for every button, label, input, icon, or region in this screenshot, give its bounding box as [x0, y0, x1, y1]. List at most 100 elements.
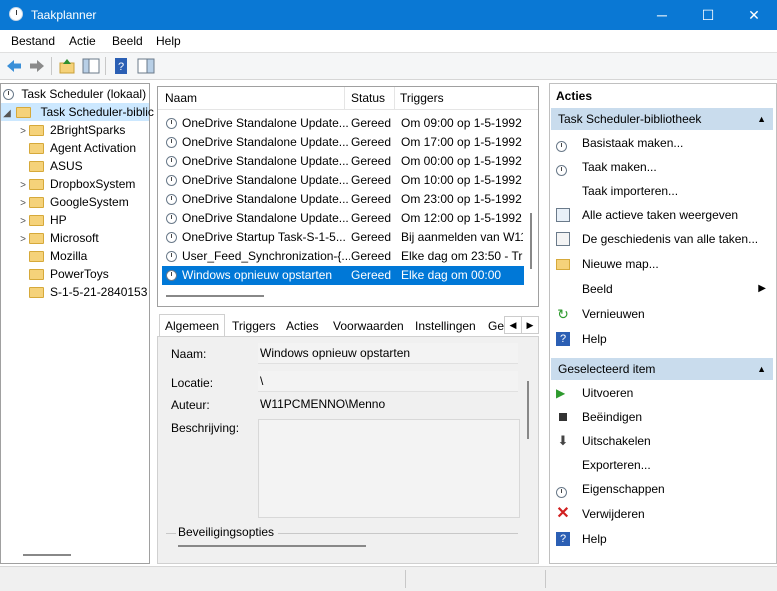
- task-trigger: Elke dag om 23:50 - Trig: [401, 249, 523, 263]
- tab-instellingen[interactable]: Instellingen: [415, 316, 476, 336]
- task-clock-icon: [166, 251, 177, 263]
- back-arrow-icon[interactable]: [5, 57, 23, 75]
- tree-folder[interactable]: > GoogleSystem: [17, 193, 129, 211]
- tab-scroll-right-icon[interactable]: ▶: [521, 316, 539, 334]
- table-row[interactable]: OneDrive Standalone Update... Gereed Om 23…: [162, 190, 523, 209]
- horizontal-scrollbar-thumb[interactable]: [23, 554, 71, 556]
- tree-folder[interactable]: Mozilla: [17, 247, 87, 265]
- task-trigger: Om 09:00 op 1-5-1992 -: [401, 116, 523, 130]
- tree-folder[interactable]: Agent Activation: [17, 139, 136, 157]
- column-header-triggers[interactable]: Triggers: [400, 91, 444, 105]
- action-create-task[interactable]: Taak maken...: [554, 157, 770, 177]
- task-name: OneDrive Standalone Update...: [182, 154, 349, 168]
- tree-folder[interactable]: > Microsoft: [17, 229, 99, 247]
- action-history[interactable]: De geschiedenis van alle taken...: [554, 229, 770, 249]
- tab-algemeen[interactable]: Algemeen: [159, 314, 226, 337]
- menu-file[interactable]: Bestand: [11, 34, 55, 48]
- forward-arrow-icon[interactable]: [28, 57, 46, 75]
- location-field[interactable]: \: [258, 371, 518, 392]
- tree-folder[interactable]: >2BrightSparks: [17, 121, 125, 139]
- create-task-icon: [556, 160, 570, 177]
- column-separator[interactable]: [344, 87, 345, 109]
- tree-folder-label: ASUS: [50, 159, 83, 173]
- tab-geschiedenis[interactable]: Ge: [488, 316, 504, 336]
- action-end[interactable]: Beëindigen: [554, 407, 770, 427]
- vertical-scrollbar-thumb[interactable]: [530, 213, 532, 269]
- action-basic-task[interactable]: Basistaak maken...: [554, 133, 770, 153]
- tree-folder[interactable]: S-1-5-21-2840153: [17, 283, 147, 301]
- table-row[interactable]: User_Feed_Synchronization-{... Gereed Elke…: [162, 247, 523, 266]
- table-row[interactable]: OneDrive Standalone Update... Gereed Om 12…: [162, 209, 523, 228]
- tree-folder-label: Microsoft: [50, 231, 99, 245]
- toolbar: ?: [0, 53, 777, 80]
- menu-help[interactable]: Help: [156, 34, 181, 48]
- action-view[interactable]: Beeld ▶: [554, 279, 770, 299]
- menu-view[interactable]: Beeld: [112, 34, 143, 48]
- table-row[interactable]: OneDrive Standalone Update... Gereed Om 09…: [162, 114, 523, 133]
- tree-folder[interactable]: ASUS: [17, 157, 83, 175]
- expanded-chevron-icon[interactable]: ◢: [1, 105, 13, 123]
- tree-folder-label: DropboxSystem: [50, 177, 136, 191]
- tab-triggers[interactable]: Triggers: [232, 316, 276, 336]
- show-hide-action-pane-icon[interactable]: [137, 57, 155, 75]
- general-tab-content: Naam: Windows opnieuw opstarten Locatie:…: [157, 336, 539, 564]
- tab-scroll-left-icon[interactable]: ◀: [504, 316, 522, 334]
- action-properties[interactable]: Eigenschappen: [554, 479, 770, 499]
- collapse-up-icon[interactable]: ▲: [757, 358, 766, 380]
- horizontal-scrollbar-thumb[interactable]: [166, 295, 264, 297]
- table-row[interactable]: OneDrive Startup Task-S-1-5... Gereed Bij …: [162, 228, 523, 247]
- action-help-library[interactable]: ? Help: [554, 329, 770, 349]
- task-trigger: Bij aanmelden van W11: [401, 230, 523, 244]
- section-header-selected[interactable]: Geselecteerd item ▲: [551, 358, 773, 380]
- tree-library[interactable]: ◢ Task Scheduler-biblic: [1, 103, 154, 123]
- minimize-button[interactable]: ─: [639, 0, 685, 30]
- column-separator[interactable]: [394, 87, 395, 109]
- help-book-icon[interactable]: ?: [112, 57, 130, 75]
- tab-acties[interactable]: Acties: [286, 316, 319, 336]
- folder-icon: [29, 143, 44, 155]
- folder-icon: [29, 233, 44, 245]
- task-status: Gereed: [351, 116, 392, 130]
- collapse-up-icon[interactable]: ▲: [757, 108, 766, 130]
- task-trigger: Om 10:00 op 1-5-1992 -: [401, 173, 523, 187]
- table-row[interactable]: OneDrive Standalone Update... Gereed Om 00…: [162, 152, 523, 171]
- table-row[interactable]: OneDrive Standalone Update... Gereed Om 10…: [162, 171, 523, 190]
- action-export[interactable]: Exporteren...: [554, 455, 770, 475]
- action-help-selected[interactable]: ? Help: [554, 529, 770, 549]
- tree-folder-label: GoogleSystem: [50, 195, 129, 209]
- refresh-icon: ↻: [557, 306, 569, 322]
- menu-action[interactable]: Actie: [69, 34, 96, 48]
- task-status: Gereed: [351, 135, 392, 149]
- table-row[interactable]: OneDrive Standalone Update... Gereed Om 17…: [162, 133, 523, 152]
- action-delete[interactable]: ✕ Verwijderen: [554, 504, 770, 524]
- tree-folder-label: Agent Activation: [50, 141, 137, 155]
- name-field[interactable]: Windows opnieuw opstarten: [258, 343, 518, 364]
- tree-folder[interactable]: > HP: [17, 211, 67, 229]
- tree-folder[interactable]: > DropboxSystem: [17, 175, 135, 193]
- up-folder-icon[interactable]: [58, 57, 76, 75]
- action-run[interactable]: ▶ Uitvoeren: [554, 383, 770, 403]
- vertical-scrollbar-thumb[interactable]: [527, 381, 529, 439]
- tree-folder[interactable]: PowerToys: [17, 265, 109, 283]
- tree-folder-label: Mozilla: [50, 249, 88, 263]
- description-field[interactable]: [258, 419, 520, 518]
- author-field[interactable]: W11PCMENNO\Menno: [258, 394, 518, 414]
- action-import-task[interactable]: Taak importeren...: [554, 181, 770, 201]
- show-hide-console-tree-icon[interactable]: [82, 57, 100, 75]
- close-button[interactable]: ✕: [731, 0, 777, 30]
- section-header-library[interactable]: Task Scheduler-bibliotheek ▲: [551, 108, 773, 130]
- run-icon: ▶: [556, 386, 566, 400]
- tree-root[interactable]: Task Scheduler (lokaal): [3, 85, 146, 103]
- maximize-button[interactable]: ☐: [685, 0, 731, 30]
- action-refresh[interactable]: ↻ Vernieuwen: [554, 304, 770, 324]
- table-row-selected[interactable]: Windows opnieuw opstarten Gereed Elke dag …: [162, 266, 524, 285]
- action-new-folder[interactable]: Nieuwe map...: [554, 254, 770, 274]
- tree-library-label: Task Scheduler-biblic: [40, 105, 154, 119]
- horizontal-scrollbar-thumb[interactable]: [178, 545, 366, 547]
- action-disable[interactable]: ⬇ Uitschakelen: [554, 431, 770, 451]
- column-header-status[interactable]: Status: [351, 91, 385, 105]
- author-label: Auteur:: [171, 398, 210, 412]
- column-header-name[interactable]: Naam: [165, 91, 197, 105]
- action-show-running[interactable]: Alle actieve taken weergeven: [554, 205, 770, 225]
- tab-voorwaarden[interactable]: Voorwaarden: [333, 316, 404, 336]
